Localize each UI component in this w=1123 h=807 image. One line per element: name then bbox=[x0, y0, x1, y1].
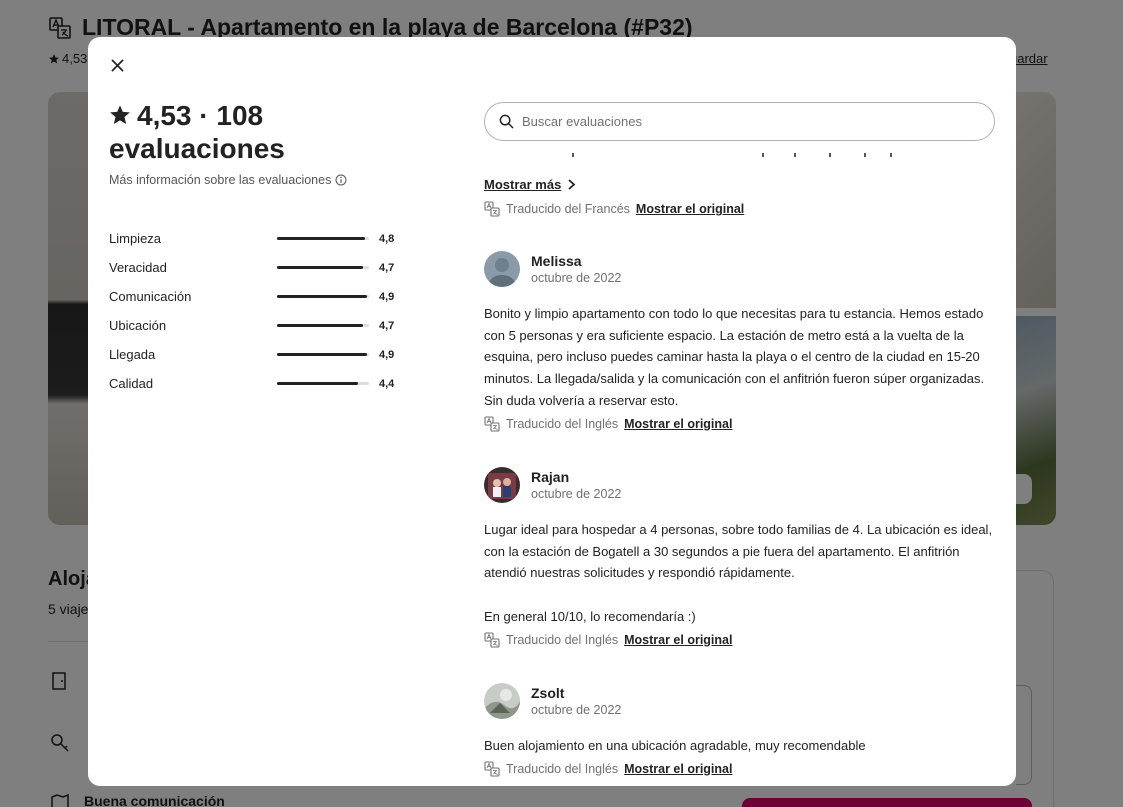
category-value: 4,9 bbox=[379, 290, 395, 303]
show-original-link[interactable]: Mostrar el original bbox=[624, 633, 732, 647]
reviews-panel: Mostrar más Traducido del Francés Mostra… bbox=[484, 37, 996, 786]
avatar[interactable] bbox=[484, 467, 520, 503]
category-row: Limpieza 4,8 bbox=[109, 224, 399, 253]
reviews-modal: 4,53 · 108 evaluaciones Más información … bbox=[88, 37, 1016, 786]
search-input[interactable] bbox=[522, 114, 962, 129]
chevron-right-icon bbox=[568, 179, 576, 190]
category-label: Ubicación bbox=[109, 318, 167, 333]
review-item: Zsolt octubre de 2022 Buen alojamiento e… bbox=[484, 683, 994, 777]
category-bar bbox=[277, 382, 369, 385]
category-row: Llegada 4,9 bbox=[109, 340, 399, 369]
category-bar bbox=[277, 295, 369, 298]
category-bar bbox=[277, 353, 369, 356]
star-icon bbox=[110, 105, 130, 124]
show-original-link[interactable]: Mostrar el original bbox=[624, 762, 732, 776]
category-value: 4,4 bbox=[379, 377, 395, 390]
rating-summary-panel: 4,53 · 108 evaluaciones Más información … bbox=[109, 99, 399, 398]
previous-review-text bbox=[484, 151, 904, 161]
category-bar-fill bbox=[277, 266, 364, 269]
avatar[interactable] bbox=[484, 251, 520, 287]
review-header: Rajan octubre de 2022 bbox=[484, 467, 994, 503]
show-more-text: Mostrar más bbox=[484, 177, 562, 192]
reviews-list[interactable]: Mostrar más Traducido del Francés Mostra… bbox=[484, 151, 996, 786]
category-bar-fill bbox=[277, 353, 368, 356]
category-label: Comunicación bbox=[109, 289, 192, 304]
category-bar bbox=[277, 324, 369, 327]
review-text: Lugar ideal para hospedar a 4 personas, … bbox=[484, 522, 993, 624]
category-ratings: Limpieza 4,8 Veracidad 4,7 Comunicación 4,9… bbox=[109, 224, 399, 398]
translation-label: Traducido del Francés bbox=[506, 202, 630, 216]
translation-note: Traducido del Francés Mostrar el origina… bbox=[484, 201, 744, 217]
close-icon bbox=[111, 59, 123, 71]
translate-icon bbox=[484, 631, 500, 648]
category-value: 4,7 bbox=[379, 261, 395, 274]
review-text: Bonito y limpio apartamento con todo lo … bbox=[484, 306, 985, 408]
review-text: Buen alojamiento en una ubicación agrada… bbox=[484, 738, 866, 753]
category-value: 4,8 bbox=[379, 232, 395, 245]
review-header: Melissa octubre de 2022 bbox=[484, 251, 994, 287]
review-item: Melissa octubre de 2022 Bonito y limpio … bbox=[484, 251, 994, 432]
category-label: Llegada bbox=[109, 347, 156, 362]
category-label: Limpieza bbox=[109, 231, 162, 246]
translation-label: Traducido del Inglés bbox=[506, 632, 619, 647]
translation-note: Traducido del Inglés Mostrar el original bbox=[484, 415, 994, 432]
translation-label: Traducido del Inglés bbox=[506, 761, 619, 776]
rating-heading: 4,53 · 108 evaluaciones bbox=[109, 99, 399, 165]
category-label: Veracidad bbox=[109, 260, 167, 275]
show-original-link[interactable]: Mostrar el original bbox=[636, 202, 744, 216]
translate-icon bbox=[484, 415, 500, 432]
translate-icon bbox=[484, 201, 500, 217]
avatar[interactable] bbox=[484, 683, 520, 719]
show-original-link[interactable]: Mostrar el original bbox=[624, 417, 732, 431]
category-row: Veracidad 4,7 bbox=[109, 253, 399, 282]
translation-note: Traducido del Inglés Mostrar el original bbox=[484, 761, 994, 777]
translation-label: Traducido del Inglés bbox=[506, 416, 619, 431]
translation-note: Traducido del Inglés Mostrar el original bbox=[484, 631, 994, 648]
review-date: octubre de 2022 bbox=[531, 270, 622, 285]
category-row: Ubicación 4,7 bbox=[109, 311, 399, 340]
category-label: Calidad bbox=[109, 376, 154, 391]
category-bar-fill bbox=[277, 237, 366, 240]
rating-value: 4,53 · 108 bbox=[137, 100, 264, 131]
category-row: Comunicación 4,9 bbox=[109, 282, 399, 311]
category-bar bbox=[277, 237, 369, 240]
review-date: octubre de 2022 bbox=[531, 702, 622, 717]
more-info-text: Más información sobre las evaluaciones bbox=[109, 173, 332, 187]
review-date: octubre de 2022 bbox=[531, 486, 622, 501]
reviews-word: evaluaciones bbox=[109, 133, 285, 164]
reviewer-name: Rajan bbox=[531, 468, 570, 485]
review-item: Rajan octubre de 2022 Lugar ideal para h… bbox=[484, 467, 994, 648]
category-value: 4,7 bbox=[379, 319, 395, 332]
reviewer-name: Zsolt bbox=[531, 684, 565, 701]
review-header: Zsolt octubre de 2022 bbox=[484, 683, 994, 719]
info-icon bbox=[335, 174, 347, 186]
show-more-link[interactable]: Mostrar más bbox=[484, 177, 576, 192]
close-button[interactable] bbox=[104, 52, 130, 78]
category-row: Calidad 4,4 bbox=[109, 369, 399, 398]
category-value: 4,9 bbox=[379, 348, 395, 361]
reviewer-name: Melissa bbox=[531, 252, 582, 269]
category-bar-fill bbox=[277, 382, 358, 385]
search-box[interactable] bbox=[484, 102, 995, 141]
more-info-link[interactable]: Más información sobre las evaluaciones bbox=[109, 173, 399, 187]
category-bar-fill bbox=[277, 324, 364, 327]
translate-icon bbox=[484, 761, 500, 777]
category-bar-fill bbox=[277, 295, 368, 298]
search-icon bbox=[499, 114, 514, 129]
category-bar bbox=[277, 266, 369, 269]
